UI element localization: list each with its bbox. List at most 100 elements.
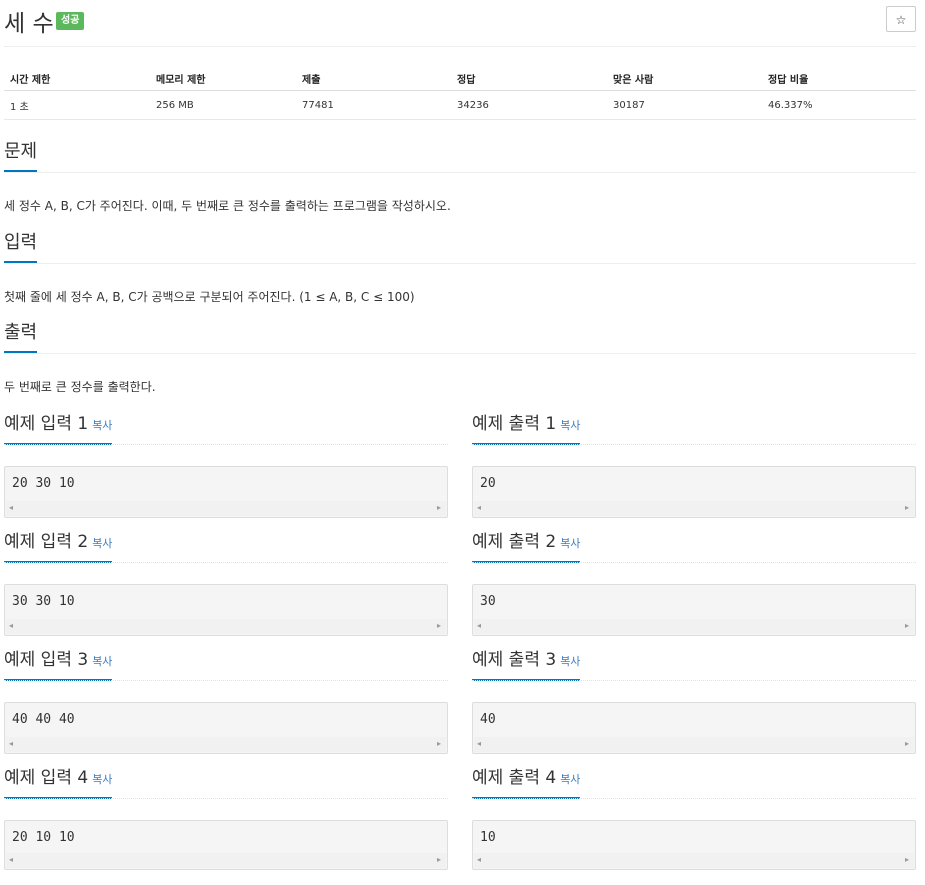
value-solved-users: 30187 <box>607 90 762 120</box>
scroll-right-icon[interactable]: ▸ <box>437 739 441 748</box>
sample-input-text: 20 10 10 <box>12 830 75 845</box>
sample-output-3: 예제 출력 3 복사 40 ◂ ▸ <box>472 648 916 754</box>
scroll-right-icon[interactable]: ▸ <box>437 503 441 512</box>
sample-output-box[interactable]: 20 ◂ ▸ <box>472 466 916 518</box>
scroll-right-icon[interactable]: ▸ <box>905 739 909 748</box>
sample-output-header: 예제 출력 2 복사 <box>472 530 916 563</box>
sample-input-1: 예제 입력 1 복사 20 30 10 ◂ ▸ <box>4 412 448 518</box>
sample-output-box[interactable]: 40 ◂ ▸ <box>472 702 916 754</box>
scroll-left-icon[interactable]: ◂ <box>477 621 481 630</box>
scroll-left-icon[interactable]: ◂ <box>9 739 13 748</box>
header-memory-limit: 메모리 제한 <box>150 66 296 91</box>
copy-button[interactable]: 복사 <box>92 419 112 432</box>
scroll-right-icon[interactable]: ▸ <box>437 621 441 630</box>
copy-button[interactable]: 복사 <box>92 773 112 786</box>
scroll-right-icon[interactable]: ▸ <box>905 855 909 864</box>
scroll-left-icon[interactable]: ◂ <box>9 621 13 630</box>
sample-output-label: 예제 출력 4 <box>472 768 557 788</box>
sample-input-text: 40 40 40 <box>12 712 75 727</box>
scroll-right-icon[interactable]: ▸ <box>905 503 909 512</box>
sample-input-box[interactable]: 20 10 10 ◂ ▸ <box>4 820 448 870</box>
sample-input-3: 예제 입력 3 복사 40 40 40 ◂ ▸ <box>4 648 448 754</box>
sample-input-label: 예제 입력 4 <box>4 768 89 788</box>
section-output: 출력 <box>4 321 916 354</box>
sample-rule <box>4 444 448 445</box>
value-accept-ratio: 46.337% <box>762 90 916 120</box>
horizontal-scrollbar[interactable]: ◂ ▸ <box>6 737 446 752</box>
copy-button[interactable]: 복사 <box>560 773 580 786</box>
copy-button[interactable]: 복사 <box>560 419 580 432</box>
sample-input-label: 예제 입력 2 <box>4 532 89 552</box>
horizontal-scrollbar[interactable]: ◂ ▸ <box>474 737 914 752</box>
section-output-heading: 출력 <box>4 321 38 353</box>
sample-input-header: 예제 입력 1 복사 <box>4 412 448 445</box>
sample-output-box[interactable]: 10 ◂ ▸ <box>472 820 916 870</box>
sample-rule <box>4 562 448 563</box>
scroll-left-icon[interactable]: ◂ <box>9 855 13 864</box>
section-problem: 문제 <box>4 140 916 173</box>
sample-output-label: 예제 출력 1 <box>472 414 557 434</box>
sample-input-header: 예제 입력 2 복사 <box>4 530 448 563</box>
sample-output-header: 예제 출력 3 복사 <box>472 648 916 681</box>
horizontal-scrollbar[interactable]: ◂ ▸ <box>474 619 914 634</box>
sample-output-label: 예제 출력 3 <box>472 650 557 670</box>
horizontal-scrollbar[interactable]: ◂ ▸ <box>6 619 446 634</box>
problem-title: 세 수 <box>4 11 54 37</box>
header-time-limit: 시간 제한 <box>4 66 150 91</box>
horizontal-scrollbar[interactable]: ◂ ▸ <box>474 853 914 868</box>
status-badge: 성공 <box>56 12 85 30</box>
sample-output-4: 예제 출력 4 복사 10 ◂ ▸ <box>472 766 916 870</box>
sample-rule <box>472 680 916 681</box>
sample-output-2: 예제 출력 2 복사 30 ◂ ▸ <box>472 530 916 636</box>
section-problem-heading: 문제 <box>4 140 38 172</box>
section-rule <box>4 172 916 173</box>
copy-button[interactable]: 복사 <box>92 655 112 668</box>
sample-input-box[interactable]: 40 40 40 ◂ ▸ <box>4 702 448 754</box>
horizontal-scrollbar[interactable]: ◂ ▸ <box>6 853 446 868</box>
scroll-right-icon[interactable]: ▸ <box>905 621 909 630</box>
sample-input-text: 30 30 10 <box>12 594 75 609</box>
scroll-right-icon[interactable]: ▸ <box>437 855 441 864</box>
section-rule <box>4 263 916 264</box>
problem-info-table: 시간 제한 메모리 제한 제출 정답 맞은 사람 정답 비율 1 초 256 M… <box>4 66 916 120</box>
sample-output-header: 예제 출력 4 복사 <box>472 766 916 799</box>
sample-input-header: 예제 입력 3 복사 <box>4 648 448 681</box>
copy-button[interactable]: 복사 <box>560 537 580 550</box>
sample-input-label: 예제 입력 1 <box>4 414 89 434</box>
sample-output-header: 예제 출력 1 복사 <box>472 412 916 445</box>
star-icon: ☆ <box>895 13 907 27</box>
sample-rule <box>4 798 448 799</box>
value-time-limit: 1 초 <box>4 90 150 120</box>
title-row: 세 수 성공 ☆ <box>4 4 916 37</box>
sample-output-box[interactable]: 30 ◂ ▸ <box>472 584 916 636</box>
copy-button[interactable]: 복사 <box>560 655 580 668</box>
horizontal-scrollbar[interactable]: ◂ ▸ <box>6 501 446 516</box>
info-header-row: 시간 제한 메모리 제한 제출 정답 맞은 사람 정답 비율 <box>4 66 916 91</box>
sample-output-text: 10 <box>480 830 496 845</box>
sample-rule <box>472 444 916 445</box>
header-accepted: 정답 <box>451 66 607 91</box>
sample-input-box[interactable]: 20 30 10 ◂ ▸ <box>4 466 448 518</box>
sample-input-label: 예제 입력 3 <box>4 650 89 670</box>
copy-button[interactable]: 복사 <box>92 537 112 550</box>
horizontal-scrollbar[interactable]: ◂ ▸ <box>474 501 914 516</box>
sample-input-text: 20 30 10 <box>12 476 75 491</box>
star-button[interactable]: ☆ <box>886 6 916 32</box>
sample-rule <box>4 680 448 681</box>
value-memory-limit: 256 MB <box>150 90 296 120</box>
scroll-left-icon[interactable]: ◂ <box>477 503 481 512</box>
title-divider <box>4 46 916 47</box>
section-rule <box>4 353 916 354</box>
sample-output-text: 30 <box>480 594 496 609</box>
sample-output-1: 예제 출력 1 복사 20 ◂ ▸ <box>472 412 916 518</box>
problem-description: 세 정수 A, B, C가 주어진다. 이때, 두 번째로 큰 정수를 출력하는… <box>4 199 451 213</box>
input-description: 첫째 줄에 세 정수 A, B, C가 공백으로 구분되어 주어진다. (1 ≤… <box>4 290 415 304</box>
header-accept-ratio: 정답 비율 <box>762 66 916 91</box>
sample-rule <box>472 562 916 563</box>
scroll-left-icon[interactable]: ◂ <box>477 739 481 748</box>
value-submissions: 77481 <box>296 90 451 120</box>
header-submissions: 제출 <box>296 66 451 91</box>
scroll-left-icon[interactable]: ◂ <box>477 855 481 864</box>
scroll-left-icon[interactable]: ◂ <box>9 503 13 512</box>
sample-input-box[interactable]: 30 30 10 ◂ ▸ <box>4 584 448 636</box>
